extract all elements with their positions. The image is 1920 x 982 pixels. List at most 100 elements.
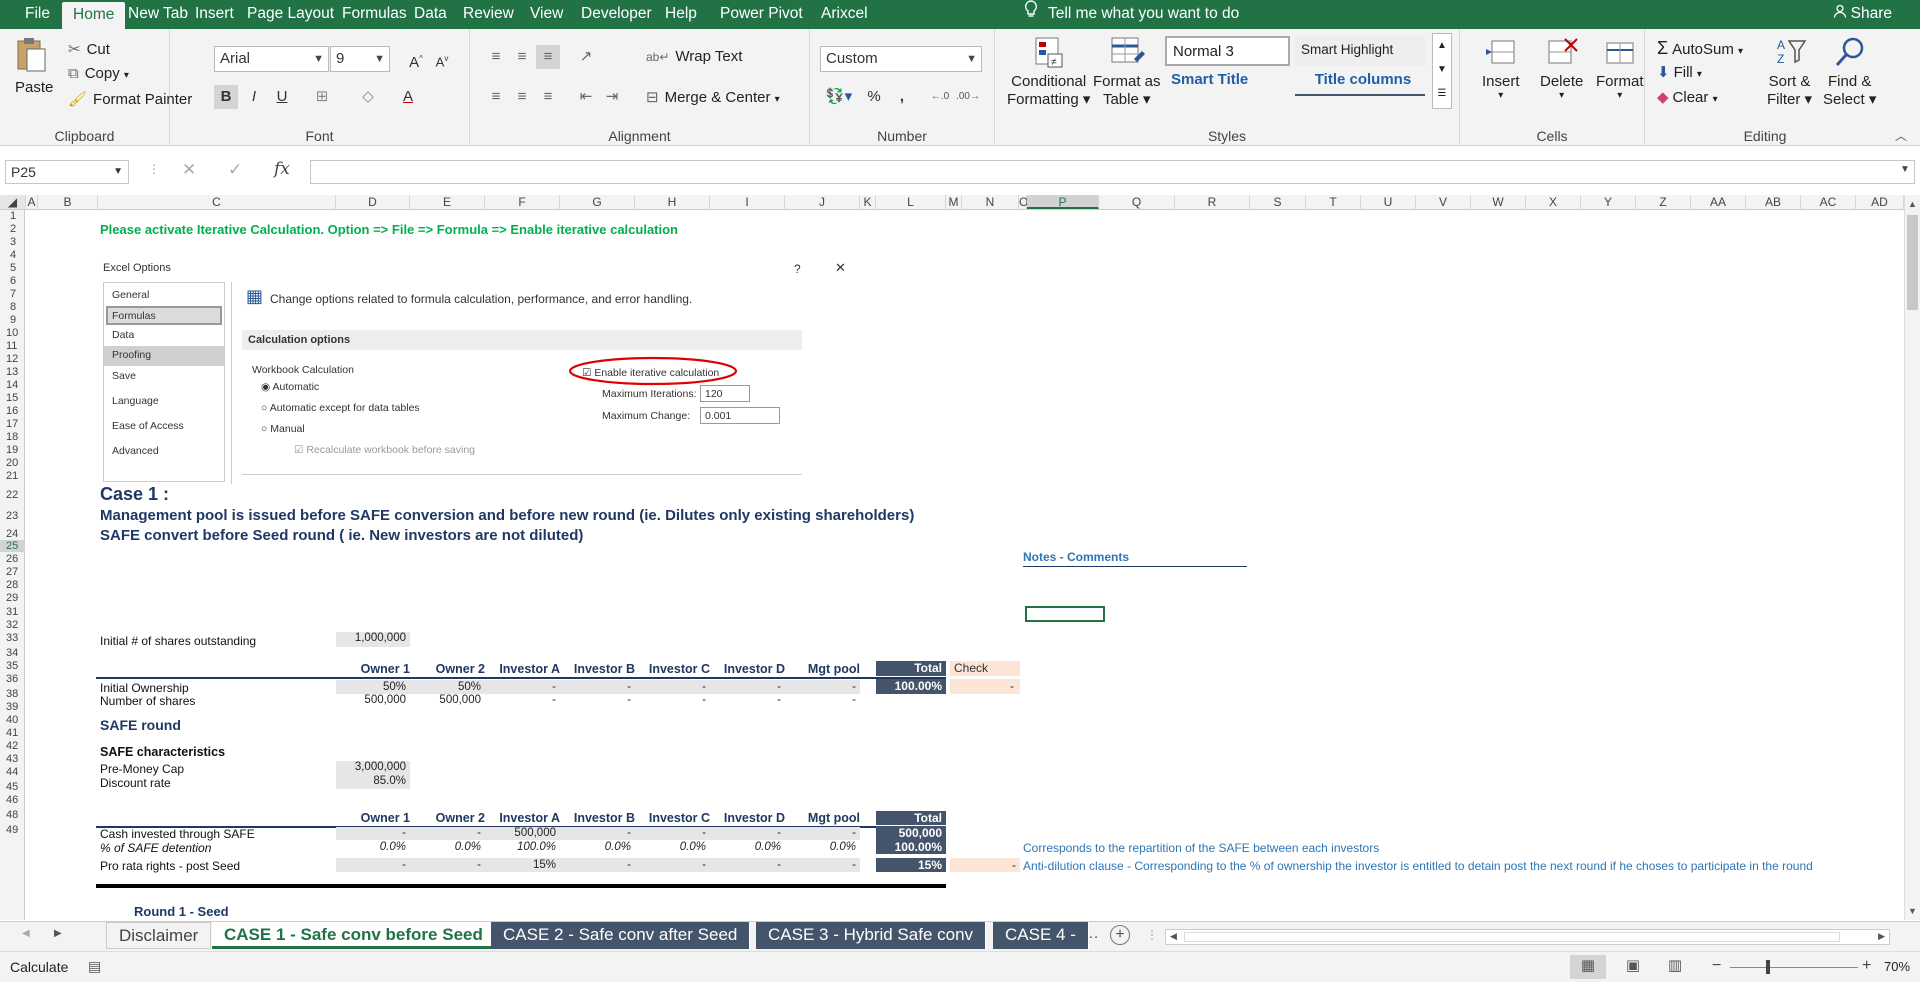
- row-header[interactable]: 28: [0, 579, 25, 591]
- hscroll-left-icon[interactable]: ◀: [1170, 931, 1177, 942]
- increase-decimal-icon[interactable]: ←.0: [928, 85, 952, 109]
- sheet-tab-disclaimer[interactable]: Disclaimer: [106, 922, 212, 949]
- pct-investor-d[interactable]: 0.0%: [710, 841, 781, 853]
- ownership-investor-a[interactable]: -: [485, 681, 556, 693]
- col-header[interactable]: C: [98, 195, 336, 209]
- row-header[interactable]: 12: [0, 353, 25, 365]
- paste-button[interactable]: Paste: [15, 35, 53, 96]
- row-header[interactable]: 36: [0, 673, 25, 685]
- find-select-button[interactable]: Find & Select ▾: [1823, 35, 1876, 108]
- horizontal-scrollbar[interactable]: ◀ ▶: [1165, 929, 1890, 945]
- discount-value[interactable]: 85.0%: [336, 775, 410, 789]
- col-header[interactable]: Q: [1099, 195, 1175, 209]
- wrap-text-button[interactable]: ab↵ Wrap Text: [646, 48, 742, 65]
- col-header[interactable]: B: [38, 195, 98, 209]
- col-header[interactable]: K: [860, 195, 876, 209]
- prorata-owner-1[interactable]: -: [336, 859, 406, 871]
- col-header[interactable]: W: [1471, 195, 1526, 209]
- style-title-columns[interactable]: Title columns: [1295, 66, 1425, 96]
- clear-button[interactable]: ◆ Clear ▾: [1657, 88, 1718, 106]
- col-header[interactable]: N: [962, 195, 1019, 209]
- pct-total[interactable]: 100.00%: [876, 840, 946, 854]
- col-header[interactable]: X: [1526, 195, 1581, 209]
- cancel-entry-icon[interactable]: ✕: [182, 160, 196, 180]
- cash-investor-c[interactable]: -: [635, 827, 706, 839]
- row-header[interactable]: 38: [0, 688, 25, 700]
- row-header[interactable]: 18: [0, 431, 25, 443]
- increase-font-icon[interactable]: A^: [404, 47, 428, 71]
- bold-button[interactable]: B: [214, 85, 238, 109]
- row-header[interactable]: 10: [0, 327, 25, 339]
- sort-filter-button[interactable]: A Z Sort & Filter ▾: [1767, 35, 1812, 108]
- tab-page-layout[interactable]: Page Layout: [236, 0, 345, 29]
- initial-shares-value[interactable]: 1,000,000: [336, 632, 410, 647]
- col-header[interactable]: O: [1019, 195, 1028, 209]
- pct-investor-a[interactable]: 100.0%: [485, 841, 556, 853]
- col-header-selected[interactable]: P: [1027, 195, 1099, 209]
- col-header[interactable]: T: [1306, 195, 1361, 209]
- format-cells-button[interactable]: Format ▾: [1596, 35, 1644, 101]
- row-header[interactable]: 26: [0, 553, 25, 565]
- page-layout-view-icon[interactable]: ▣: [1618, 955, 1648, 979]
- row-header[interactable]: 3: [0, 236, 25, 248]
- tab-file[interactable]: File: [14, 0, 61, 29]
- font-color-icon[interactable]: A: [396, 85, 420, 109]
- sheet-tab-case-3[interactable]: CASE 3 - Hybrid Safe conv: [756, 922, 987, 949]
- prorata-check[interactable]: -: [950, 858, 1020, 872]
- cash-mgt-pool[interactable]: -: [785, 827, 856, 839]
- tell-me-search[interactable]: Tell me what you want to do: [1024, 0, 1239, 29]
- row-header[interactable]: 20: [0, 457, 25, 469]
- row-header[interactable]: 29: [0, 592, 25, 604]
- tab-developer[interactable]: Developer: [570, 0, 663, 29]
- row-header[interactable]: 35: [0, 660, 25, 672]
- row-header[interactable]: 43: [0, 753, 25, 765]
- row-header[interactable]: 24: [0, 528, 25, 540]
- row-header[interactable]: 49: [0, 824, 25, 836]
- decrease-font-icon[interactable]: Av: [430, 47, 454, 71]
- copy-button[interactable]: ⧉ Copy ▾: [68, 65, 129, 82]
- pct-mgt-pool[interactable]: 0.0%: [785, 841, 856, 853]
- row-header[interactable]: 39: [0, 701, 25, 713]
- col-header[interactable]: R: [1175, 195, 1250, 209]
- italic-button[interactable]: I: [242, 85, 266, 109]
- prorata-mgt-pool[interactable]: -: [785, 859, 856, 871]
- col-header[interactable]: D: [336, 195, 410, 209]
- row-header[interactable]: 33: [0, 632, 25, 644]
- tab-help[interactable]: Help: [654, 0, 708, 29]
- row-header[interactable]: 23: [0, 510, 25, 522]
- shares-mgt-pool[interactable]: -: [785, 694, 856, 706]
- col-header[interactable]: M: [946, 195, 962, 209]
- decrease-decimal-icon[interactable]: .00→: [956, 85, 980, 109]
- scroll-down-icon[interactable]: ▼: [1908, 906, 1917, 916]
- prorata-investor-a[interactable]: 15%: [485, 859, 556, 871]
- font-size-select[interactable]: 9 ▼: [330, 46, 390, 72]
- worksheet-grid[interactable]: Please activate Iterative Calculation. O…: [26, 210, 1904, 920]
- prorata-investor-c[interactable]: -: [635, 859, 706, 871]
- col-header[interactable]: Z: [1636, 195, 1691, 209]
- sheet-tab-case-2[interactable]: CASE 2 - Safe conv after Seed: [491, 922, 751, 949]
- row-header[interactable]: 16: [0, 405, 25, 417]
- row-header[interactable]: 34: [0, 647, 25, 659]
- hscroll-right-icon[interactable]: ▶: [1878, 931, 1885, 942]
- align-center-icon[interactable]: ≡: [510, 85, 534, 109]
- formula-input[interactable]: [310, 160, 1915, 184]
- currency-icon[interactable]: 💱▾: [822, 85, 856, 109]
- ownership-total[interactable]: 100.00%: [876, 679, 946, 694]
- premoney-value[interactable]: 3,000,000: [336, 761, 410, 775]
- zoom-slider-track[interactable]: [1730, 967, 1858, 968]
- row-header[interactable]: 31: [0, 606, 25, 618]
- row-header[interactable]: 9: [0, 314, 25, 326]
- align-left-icon[interactable]: ≡: [484, 85, 508, 109]
- row-header[interactable]: 8: [0, 301, 25, 313]
- row-header[interactable]: 45: [0, 781, 25, 793]
- increase-indent-icon[interactable]: ⇥: [600, 85, 624, 109]
- row-header[interactable]: 19: [0, 444, 25, 456]
- col-header[interactable]: G: [560, 195, 635, 209]
- sheet-tab-case-4[interactable]: CASE 4 -: [993, 922, 1089, 949]
- delete-cells-button[interactable]: Delete ▾: [1540, 35, 1583, 101]
- cash-total[interactable]: 500,000: [876, 826, 946, 840]
- shares-owner-1[interactable]: 500,000: [336, 694, 406, 706]
- col-header[interactable]: Y: [1581, 195, 1636, 209]
- conditional-formatting-button[interactable]: ≠ Conditional Formatting ▾: [1007, 35, 1090, 108]
- row-header[interactable]: 48: [0, 809, 25, 821]
